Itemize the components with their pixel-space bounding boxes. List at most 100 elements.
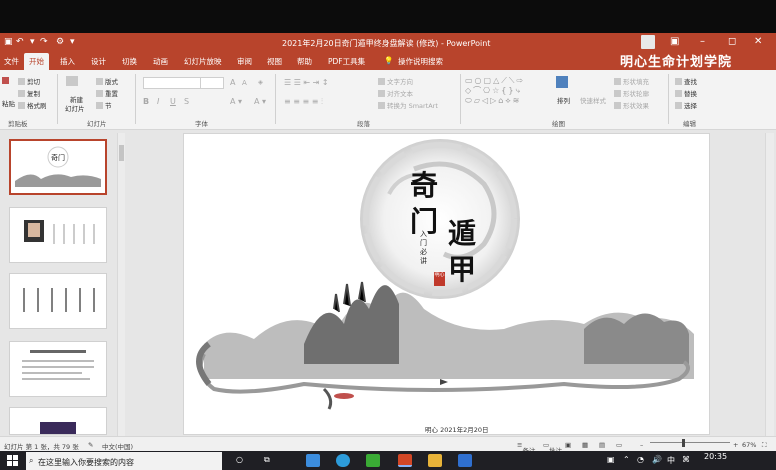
- arrange-label[interactable]: 排列: [557, 95, 570, 105]
- layout-button[interactable]: 版式: [96, 76, 118, 86]
- slide-canvas[interactable]: 奇 门 遁 甲 入门必讲 明心 明心 2021年2月20日: [183, 133, 710, 435]
- ribbon-display-icon[interactable]: ▣: [670, 36, 679, 47]
- app-powerpoint-icon[interactable]: [398, 454, 412, 467]
- quick-access-more-icon[interactable]: ▾: [70, 37, 75, 47]
- text-direction-button[interactable]: 文字方向: [378, 76, 413, 86]
- quick-styles-button[interactable]: 快速样式: [580, 95, 606, 105]
- italic-button[interactable]: I: [157, 97, 159, 106]
- shape-effects-button[interactable]: 形状效果: [614, 100, 649, 110]
- paste-label[interactable]: 粘贴: [2, 98, 15, 108]
- underline-button[interactable]: U: [170, 97, 176, 106]
- zoom-in-icon[interactable]: +: [733, 441, 738, 449]
- divider: [668, 74, 669, 124]
- slide-sorter-icon[interactable]: ▦: [582, 441, 588, 449]
- customize-icon[interactable]: ⚙: [56, 37, 64, 47]
- save-icon[interactable]: ▣: [4, 37, 13, 47]
- select-button[interactable]: 选择: [675, 100, 697, 110]
- dropdown-icon[interactable]: ▾: [30, 37, 35, 47]
- close-icon[interactable]: ✕: [754, 36, 762, 47]
- spellcheck-icon[interactable]: ✎: [88, 441, 93, 449]
- font-size-box[interactable]: [200, 77, 224, 89]
- scrollbar-thumb[interactable]: [119, 145, 124, 161]
- tray-up-icon[interactable]: ⌃: [623, 455, 630, 464]
- highlight-button[interactable]: A ▾: [254, 97, 266, 106]
- app-explorer-icon[interactable]: [428, 454, 442, 467]
- new-slide-button[interactable]: [66, 76, 80, 87]
- format-painter-button[interactable]: 格式刷: [18, 100, 47, 110]
- cortana-icon[interactable]: ○: [236, 455, 243, 464]
- minimize-icon[interactable]: –: [700, 36, 705, 47]
- language-status[interactable]: 中文(中国): [102, 441, 133, 451]
- tab-home[interactable]: 开始: [24, 53, 49, 70]
- tab-transitions[interactable]: 切换: [122, 56, 137, 67]
- bold-button[interactable]: B: [143, 97, 149, 106]
- clear-format-icon[interactable]: ◈: [258, 78, 263, 86]
- taskbar-search-box[interactable]: ⌕ 在这里输入你要搜索的内容: [26, 452, 222, 470]
- tab-slideshow[interactable]: 幻灯片放映: [184, 56, 222, 67]
- fit-slide-icon[interactable]: ⛶: [762, 441, 767, 450]
- tab-file[interactable]: 文件: [4, 56, 19, 67]
- find-button[interactable]: 查找: [675, 76, 697, 86]
- normal-view-icon[interactable]: ▣: [565, 441, 571, 449]
- user-avatar[interactable]: [641, 35, 655, 49]
- tab-insert[interactable]: 插入: [60, 56, 75, 67]
- volume-icon[interactable]: 🔊: [652, 455, 662, 464]
- zoom-level[interactable]: 67%: [742, 441, 756, 449]
- grow-font-button[interactable]: A: [230, 78, 235, 87]
- shrink-font-button[interactable]: A: [242, 79, 247, 87]
- zoom-slider-knob[interactable]: [682, 439, 685, 447]
- paste-button[interactable]: [2, 76, 11, 86]
- app-photos-icon[interactable]: [458, 454, 472, 467]
- replace-button[interactable]: 替换: [675, 88, 697, 98]
- ime-indicator[interactable]: 中: [667, 455, 675, 466]
- zoom-slider-track[interactable]: [650, 442, 730, 443]
- font-color-button[interactable]: A ▾: [230, 97, 242, 106]
- cut-button[interactable]: 剪切: [18, 76, 40, 86]
- app-mail-icon[interactable]: [306, 454, 320, 467]
- section-button[interactable]: 节: [96, 100, 112, 110]
- bullets-button[interactable]: ☰ ☰ ⇤ ⇥ ↕: [284, 78, 329, 87]
- zoom-out-icon[interactable]: –: [640, 441, 643, 449]
- smartart-button[interactable]: 转换为 SmartArt: [378, 100, 438, 110]
- slide-thumbnail-1[interactable]: 奇门: [9, 139, 107, 195]
- reset-button[interactable]: 重置: [96, 88, 118, 98]
- shape-fill-button[interactable]: 形状填充: [614, 76, 649, 86]
- tab-design[interactable]: 设计: [91, 56, 106, 67]
- comments-button[interactable]: ▭ 批注: [543, 441, 562, 455]
- shape-outline-button[interactable]: 形状轮廓: [614, 88, 649, 98]
- tab-animations[interactable]: 动画: [153, 56, 168, 67]
- new-slide-label2[interactable]: 幻灯片: [65, 103, 85, 113]
- shapes-gallery[interactable]: ▭○▢△⟋⟍⇨ ◇⌒⎔☆{}⤷ ⬭▱◁▷⌂⟡≋: [465, 76, 551, 112]
- tab-view[interactable]: 视图: [267, 56, 282, 67]
- select-label: 选择: [684, 102, 697, 110]
- task-view-icon[interactable]: ⧉: [264, 455, 270, 465]
- ime-mode-icon[interactable]: ⌘: [682, 455, 690, 464]
- shadow-button[interactable]: S: [184, 97, 189, 106]
- align-text-button[interactable]: 对齐文本: [378, 88, 413, 98]
- network-icon[interactable]: ◔: [637, 455, 644, 464]
- copy-button[interactable]: 复制: [18, 88, 40, 98]
- clock-time[interactable]: 20:35: [704, 452, 727, 461]
- reading-view-icon[interactable]: ▤: [599, 441, 605, 449]
- slide-thumbnail-2[interactable]: [9, 207, 107, 263]
- app-wechat-icon[interactable]: [366, 454, 380, 467]
- windows-start-icon[interactable]: [7, 455, 18, 466]
- redo-icon[interactable]: ↷: [40, 37, 48, 47]
- slide-thumbnail-3[interactable]: [9, 273, 107, 329]
- slide-thumbnail-5[interactable]: [9, 407, 107, 435]
- thumbnail-scrollbar[interactable]: [117, 133, 125, 436]
- slideshow-view-icon[interactable]: ▭: [616, 441, 622, 449]
- notification-icon[interactable]: ▣: [607, 455, 615, 464]
- vertical-scrollbar[interactable]: [765, 133, 774, 436]
- tab-pdf-tools[interactable]: PDF工具集: [328, 56, 365, 67]
- notes-button[interactable]: ≡ 备注: [517, 441, 535, 455]
- app-edge-icon[interactable]: [336, 454, 350, 467]
- maximize-icon[interactable]: ◻: [728, 36, 736, 47]
- tab-review[interactable]: 审阅: [237, 56, 252, 67]
- undo-icon[interactable]: ↶: [16, 37, 24, 47]
- align-buttons[interactable]: ≡ ≡ ≡ ≡ ⫶: [284, 97, 323, 107]
- slide-thumbnail-4[interactable]: [9, 341, 107, 397]
- tell-me-search[interactable]: 操作说明搜索: [398, 56, 443, 67]
- tab-help[interactable]: 帮助: [297, 56, 312, 67]
- arrange-button[interactable]: [556, 76, 570, 89]
